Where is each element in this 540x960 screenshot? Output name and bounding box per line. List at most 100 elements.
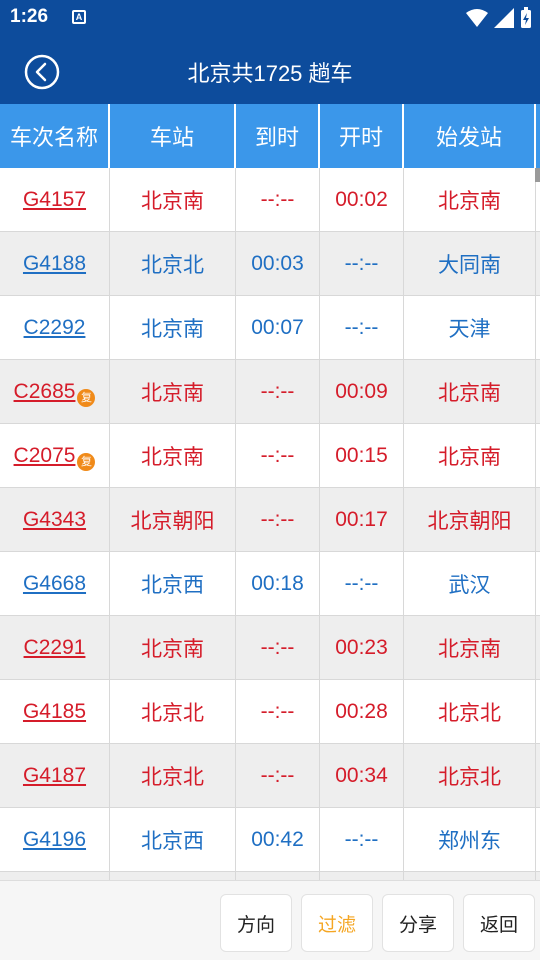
- extra-cell: [536, 680, 540, 744]
- station-cell: 北京南: [110, 424, 236, 488]
- depart-time-cell: 00:09: [320, 360, 404, 424]
- table-row[interactable]: G4668 北京西 00:18 --:-- 武汉: [0, 552, 540, 616]
- column-header-extra: [536, 104, 540, 168]
- column-header-depart[interactable]: 开时: [320, 104, 404, 168]
- train-number-cell[interactable]: G4668: [0, 552, 110, 616]
- depart-time-cell: 00:34: [320, 744, 404, 808]
- arrive-time-cell: 00:18: [236, 552, 320, 616]
- share-button[interactable]: 分享: [382, 894, 454, 952]
- origin-station-cell: [404, 872, 536, 880]
- extra-cell: [536, 872, 540, 880]
- train-number-link[interactable]: G4668: [23, 572, 86, 596]
- arrive-time-cell: --:--: [236, 168, 320, 232]
- table-row[interactable]: C2291 北京南 --:-- 00:23 北京南: [0, 616, 540, 680]
- filter-button[interactable]: 过滤: [301, 894, 373, 952]
- depart-time-cell: --:--: [320, 296, 404, 360]
- station-cell: 北京北: [110, 680, 236, 744]
- arrive-time-cell: --:--: [236, 680, 320, 744]
- extra-cell: [536, 232, 540, 296]
- train-number-link[interactable]: C2685: [14, 380, 76, 404]
- column-header-origin[interactable]: 始发站: [404, 104, 536, 168]
- origin-station-cell: 北京北: [404, 680, 536, 744]
- extra-cell: [536, 744, 540, 808]
- station-cell: 北京西: [110, 808, 236, 872]
- train-number-cell[interactable]: G4196: [0, 808, 110, 872]
- depart-time-cell: --:--: [320, 808, 404, 872]
- table-row[interactable]: C2075 复北京南 --:-- 00:15 北京南: [0, 424, 540, 488]
- extra-cell: [536, 488, 540, 552]
- station-cell: 北京北: [110, 232, 236, 296]
- origin-station-cell: 北京南: [404, 424, 536, 488]
- depart-time-cell: 00:02: [320, 168, 404, 232]
- train-number-link[interactable]: C2291: [24, 636, 86, 660]
- depart-time-cell: [320, 872, 404, 880]
- status-time: 1:26: [10, 6, 49, 27]
- train-table-body[interactable]: G4157 北京南 --:-- 00:02 北京南 G4188 北京北 00:03 --:-- 大…: [0, 168, 540, 880]
- app-bar: 北京共1725 趟车: [0, 36, 540, 104]
- train-number-cell[interactable]: C2291: [0, 616, 110, 680]
- train-number-link[interactable]: G4185: [23, 700, 86, 724]
- origin-station-cell: 北京北: [404, 744, 536, 808]
- station-cell: [110, 872, 236, 880]
- table-row[interactable]: [0, 872, 540, 880]
- train-number-cell[interactable]: G4343: [0, 488, 110, 552]
- origin-station-cell: 北京南: [404, 168, 536, 232]
- depart-time-cell: 00:17: [320, 488, 404, 552]
- train-number-link[interactable]: G4187: [23, 764, 86, 788]
- train-number-cell[interactable]: G4157: [0, 168, 110, 232]
- table-row[interactable]: C2685 复北京南 --:-- 00:09 北京南: [0, 360, 540, 424]
- train-number-link[interactable]: C2075: [14, 444, 76, 468]
- train-number-cell[interactable]: C2292: [0, 296, 110, 360]
- train-number-link[interactable]: G4343: [23, 508, 86, 532]
- bottom-toolbar: 方向 过滤 分享 返回: [0, 880, 540, 960]
- arrive-time-cell: [236, 872, 320, 880]
- station-cell: 北京南: [110, 616, 236, 680]
- arrive-time-cell: --:--: [236, 616, 320, 680]
- direction-button[interactable]: 方向: [220, 894, 292, 952]
- column-header-train[interactable]: 车次名称: [0, 104, 110, 168]
- train-number-cell[interactable]: C2075 复: [0, 424, 110, 488]
- origin-station-cell: 北京朝阳: [404, 488, 536, 552]
- train-number-link[interactable]: G4157: [23, 188, 86, 212]
- train-number-cell[interactable]: C2685 复: [0, 360, 110, 424]
- column-header-arrive[interactable]: 到时: [236, 104, 320, 168]
- train-number-link[interactable]: G4188: [23, 252, 86, 276]
- table-row[interactable]: C2292 北京南 00:07 --:-- 天津: [0, 296, 540, 360]
- station-cell: 北京南: [110, 168, 236, 232]
- arrive-time-cell: --:--: [236, 744, 320, 808]
- table-row[interactable]: G4188 北京北 00:03 --:-- 大同南: [0, 232, 540, 296]
- depart-time-cell: 00:28: [320, 680, 404, 744]
- origin-station-cell: 大同南: [404, 232, 536, 296]
- table-row[interactable]: G4343 北京朝阳 --:-- 00:17 北京朝阳: [0, 488, 540, 552]
- station-cell: 北京北: [110, 744, 236, 808]
- status-bar: 1:26 A: [0, 0, 540, 36]
- table-row[interactable]: G4185 北京北 --:-- 00:28 北京北: [0, 680, 540, 744]
- wifi-icon: [466, 9, 488, 27]
- arrive-time-cell: --:--: [236, 424, 320, 488]
- resumed-badge: 复: [77, 453, 96, 471]
- extra-cell: [536, 296, 540, 360]
- origin-station-cell: 天津: [404, 296, 536, 360]
- column-header-station[interactable]: 车站: [110, 104, 236, 168]
- arrive-time-cell: 00:42: [236, 808, 320, 872]
- return-button[interactable]: 返回: [463, 894, 535, 952]
- scrollbar-thumb[interactable]: [535, 168, 540, 182]
- train-number-link[interactable]: G4196: [23, 828, 86, 852]
- train-number-cell[interactable]: [0, 872, 110, 880]
- train-number-link[interactable]: C2292: [24, 316, 86, 340]
- extra-cell: [536, 808, 540, 872]
- table-row[interactable]: G4157 北京南 --:-- 00:02 北京南: [0, 168, 540, 232]
- train-number-cell[interactable]: G4187: [0, 744, 110, 808]
- depart-time-cell: 00:15: [320, 424, 404, 488]
- origin-station-cell: 武汉: [404, 552, 536, 616]
- origin-station-cell: 北京南: [404, 360, 536, 424]
- train-number-cell[interactable]: G4185: [0, 680, 110, 744]
- page-title: 北京共1725 趟车: [187, 61, 353, 86]
- extra-cell: [536, 552, 540, 616]
- station-cell: 北京南: [110, 360, 236, 424]
- origin-station-cell: 郑州东: [404, 808, 536, 872]
- table-row[interactable]: G4187 北京北 --:-- 00:34 北京北: [0, 744, 540, 808]
- depart-time-cell: --:--: [320, 232, 404, 296]
- train-number-cell[interactable]: G4188: [0, 232, 110, 296]
- table-row[interactable]: G4196 北京西 00:42 --:-- 郑州东: [0, 808, 540, 872]
